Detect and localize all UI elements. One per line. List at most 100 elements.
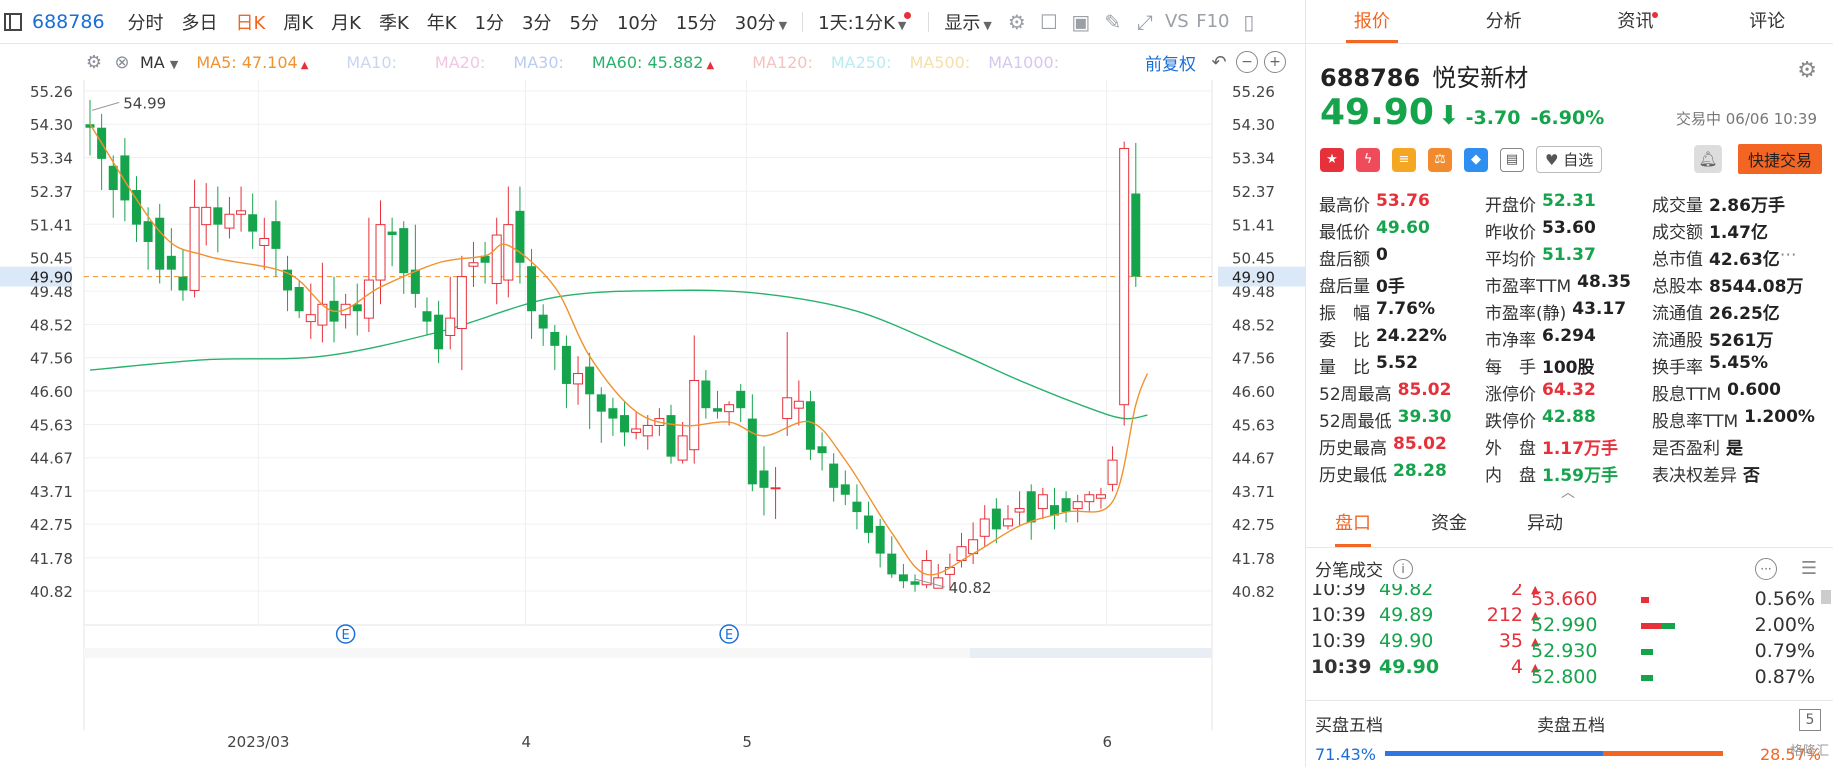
price-adjust-button[interactable]: 前复权 (1145, 50, 1196, 75)
candle-body (620, 415, 630, 433)
tab-5min[interactable]: 5分 (561, 9, 608, 35)
candle-body (782, 397, 793, 420)
stat-label: 流通股 (1652, 331, 1703, 351)
zoom-out-icon[interactable]: − (1236, 51, 1258, 73)
ma500-value: MA500: (909, 52, 971, 72)
stat-cell: 市盈率TTM 48.35 (1485, 272, 1652, 297)
tab-quote[interactable]: 报价 (1306, 0, 1438, 43)
candle-body (933, 577, 944, 589)
stats-row: 最高价 53.76 开盘价 52.31 成交量 2.86万手 (1319, 190, 1829, 217)
stats-row: 52周最低 39.30 跌停价 42.88 股息率TTM 1.200% (1319, 406, 1829, 433)
tab-30min[interactable]: 30分 ▼ (726, 9, 796, 35)
x-tick-label: 5 (742, 733, 752, 751)
stat-cell: 是否盈利是 (1652, 434, 1829, 459)
candle-body (875, 525, 885, 554)
stats-row: 委 比 24.22% 市净率 6.294 流通股 5261万 (1319, 325, 1829, 352)
gear-icon[interactable]: ⚙ (1001, 6, 1033, 38)
stat-value: 53.60 (1542, 218, 1596, 238)
tab-analysis[interactable]: 分析 (1438, 0, 1570, 43)
tag-icon[interactable]: ◆ (1464, 147, 1488, 172)
tab-multiday[interactable]: 多日 (173, 9, 227, 35)
tab-1min[interactable]: 1分 (466, 9, 513, 35)
tab-unusual[interactable]: 异动 (1497, 500, 1593, 547)
candle-body (259, 238, 270, 246)
stat-cell: 表决权差异否 (1652, 461, 1829, 486)
display-menu[interactable]: 显示 ▼ (935, 9, 1000, 35)
fullscreen-icon[interactable]: ⤢ (1129, 6, 1161, 38)
vs-compare-button[interactable]: VS (1161, 6, 1193, 38)
stock-code[interactable]: 688786 (32, 11, 105, 33)
tab-comments[interactable]: 评论 (1701, 0, 1833, 43)
candle-body (120, 155, 130, 201)
candle-body (770, 487, 781, 490)
stat-cell: 52周最高 85.02 (1319, 380, 1485, 405)
x-tick-label: 6 (1103, 733, 1113, 751)
stat-label: 历史最高 (1319, 439, 1387, 459)
tab-monthly-k[interactable]: 月K (322, 9, 370, 35)
tab-15min[interactable]: 15分 (667, 9, 726, 35)
gear-icon[interactable]: ⚙ (1797, 58, 1817, 83)
f10-button[interactable]: F10 (1193, 6, 1233, 38)
candle-body (1095, 494, 1106, 499)
square-layout-icon[interactable]: ☐ (1033, 6, 1065, 38)
y-tick-label-right: 47.56 (1232, 350, 1275, 368)
quote-stats: 最高价 53.76 开盘价 52.31 成交量 2.86万手 最低价 49.60 昨收价 53.6… (1319, 190, 1829, 487)
undo-icon[interactable]: ↶ (1208, 51, 1230, 73)
more-icon[interactable]: ⋯ (1780, 245, 1797, 270)
x-tick-label: 2023/03 (227, 733, 289, 751)
stat-value: 49.60 (1376, 218, 1430, 238)
lightning-icon[interactable]: ϟ (1356, 147, 1380, 172)
stat-cell: 盘后量 0手 (1319, 272, 1485, 297)
candle-body (585, 366, 595, 395)
stat-value: 26.25亿 (1709, 304, 1780, 324)
add-watchlist-button[interactable]: ♥ 自选 (1536, 146, 1603, 173)
kline-svg: EE 55.26 55.2654.30 54.3053.34 53.3452.37 52… (0, 72, 1305, 751)
panel-toggle-icon[interactable]: ▯ (1233, 6, 1265, 38)
database-icon[interactable]: ≡ (1392, 147, 1416, 172)
tab-3min[interactable]: 3分 (513, 9, 560, 35)
collapse-chevron-icon[interactable]: ︿ (1561, 482, 1575, 502)
price-change-pct: -6.90% (1530, 107, 1605, 129)
tab-10min[interactable]: 10分 (608, 9, 667, 35)
stat-label: 振 幅 (1319, 304, 1370, 324)
y-tick-label-right: 48.52 (1232, 316, 1275, 334)
camera-icon[interactable]: ▣ (1065, 6, 1097, 38)
bell-icon[interactable]: 🔔︎ (1694, 145, 1722, 173)
tab-orderbook[interactable]: 盘口 (1305, 500, 1401, 547)
tab-intraday[interactable]: 分时 (119, 9, 173, 35)
tab-news[interactable]: 资讯 (1570, 0, 1702, 43)
sidebar-toggle-icon[interactable] (4, 12, 22, 31)
candle-body (550, 331, 560, 346)
flag-icon[interactable]: ★ (1320, 147, 1344, 172)
stat-value: 1.59万手 (1542, 466, 1618, 486)
quick-trade-button[interactable]: 快捷交易 (1738, 144, 1822, 174)
stat-value: 2.86万手 (1709, 196, 1785, 216)
tab-daily-k[interactable]: 日K (227, 9, 275, 35)
kline-chart[interactable]: EE 55.26 55.26 54.30 54.30 53.34 53.34 52.37 52… (0, 72, 1305, 767)
ma120-value: MA120: (752, 52, 813, 72)
close-icon[interactable]: ⊗ (108, 48, 136, 76)
zoom-in-icon[interactable]: + (1264, 51, 1286, 73)
candle-body (1026, 491, 1036, 523)
tab-weekly-k[interactable]: 周K (274, 9, 322, 35)
candle-body (1072, 501, 1083, 510)
balance-icon[interactable]: ⚖ (1428, 147, 1452, 172)
x-tick-label: 4 (522, 733, 532, 751)
candle-body (573, 373, 584, 385)
candle-body (747, 418, 757, 485)
candle-body (271, 221, 281, 249)
note-icon[interactable]: ▤ (1500, 147, 1524, 172)
tab-yearly-k[interactable]: 年K (418, 9, 466, 35)
tab-quarterly-k[interactable]: 季K (370, 9, 418, 35)
period-selector[interactable]: 1天:1分K ▼ (809, 9, 922, 35)
pencil-icon[interactable]: ✎ (1097, 6, 1129, 38)
candle-body (399, 228, 409, 274)
tab-fund-flow[interactable]: 资金 (1401, 500, 1497, 547)
time-slider-window[interactable] (970, 648, 1212, 658)
stat-cell: 委 比 24.22% (1319, 326, 1485, 351)
candle-body (1107, 459, 1118, 485)
gear-icon[interactable]: ⚙ (80, 48, 108, 76)
ma-selector[interactable]: MA ▼ (140, 53, 178, 72)
candle-body (829, 463, 839, 488)
stat-value: 100股 (1542, 358, 1595, 378)
